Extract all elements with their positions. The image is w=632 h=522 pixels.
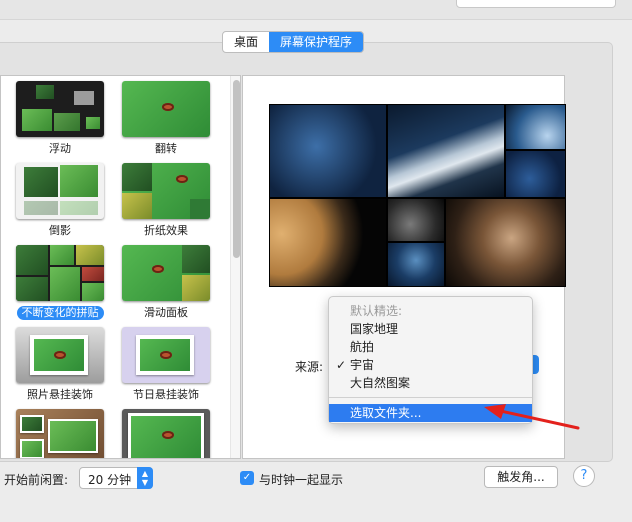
show-clock-label: 与时钟一起显示 [259, 473, 344, 487]
screensaver-item-sliding-panels[interactable]: 滑动面板 [116, 245, 216, 320]
screensaver-item-shifting-tiles[interactable]: 不断变化的拼贴 [10, 245, 110, 320]
screensaver-label: 折纸效果 [144, 224, 188, 237]
screensaver-item-photo-wall[interactable] [10, 409, 110, 458]
list-scrollbar[interactable] [230, 76, 240, 458]
origami-thumbnail [122, 163, 210, 219]
menu-item-label: 航拍 [350, 340, 375, 354]
screensaver-label: 照片悬挂装饰 [27, 388, 93, 401]
show-clock-checkbox[interactable]: ✓ [240, 471, 254, 485]
idle-time-select[interactable]: 20 分钟 ▲ ▼ [79, 467, 153, 489]
source-label: 来源: [295, 360, 324, 374]
menu-item-label: 选取文件夹... [350, 406, 422, 420]
screensaver-list[interactable]: 浮动 翻转 倒影 折纸效果 不断变化的拼贴 滑动面板 照片悬挂装饰 节日悬挂装饰 [0, 75, 241, 459]
floating-thumbnail [16, 81, 104, 137]
help-button[interactable]: ? [573, 465, 595, 487]
menu-item-nature-patterns[interactable]: 大自然图案 [329, 374, 532, 392]
sliding-panels-thumbnail [122, 245, 210, 301]
flip-thumbnail [122, 81, 210, 137]
tab-desktop[interactable]: 桌面 [223, 32, 269, 52]
screensaver-preview [269, 104, 566, 287]
screensaver-label: 翻转 [155, 142, 177, 155]
reflection-thumbnail [16, 163, 104, 219]
screensaver-item-vintage-prints[interactable] [116, 409, 216, 458]
menu-item-label: 国家地理 [350, 322, 399, 336]
menu-header-default-picks: 默认精选: [350, 304, 403, 318]
screensaver-label: 倒影 [49, 224, 71, 237]
shifting-tiles-thumbnail [16, 245, 104, 301]
screensaver-item-flip[interactable]: 翻转 [116, 81, 216, 156]
screensaver-label: 浮动 [49, 142, 71, 155]
photo-mobile-thumbnail [16, 327, 104, 383]
menu-item-cosmos[interactable]: ✓ 宇宙 [329, 356, 532, 374]
screensaver-item-reflection[interactable]: 倒影 [10, 163, 110, 238]
hot-corners-button[interactable]: 触发角... [484, 466, 558, 488]
vintage-prints-thumbnail [122, 409, 210, 458]
menu-item-label: 宇宙 [350, 358, 375, 372]
photo-wall-thumbnail [16, 409, 104, 458]
screensaver-label: 节日悬挂装饰 [133, 388, 199, 401]
list-scrollbar-thumb[interactable] [233, 80, 240, 258]
idle-time-value: 20 分钟 [88, 473, 132, 487]
tab-screensaver[interactable]: 屏幕保护程序 [269, 32, 364, 52]
tab-segmented-control: 桌面 屏幕保护程序 [222, 31, 365, 53]
screensaver-item-floating[interactable]: 浮动 [10, 81, 110, 156]
toolbar-search-field[interactable] [456, 0, 616, 8]
screensaver-item-origami[interactable]: 折纸效果 [116, 163, 216, 238]
menu-item-national-geographic[interactable]: 国家地理 [329, 320, 532, 338]
menu-item-label: 大自然图案 [350, 376, 411, 390]
screensaver-item-holiday-mobile[interactable]: 节日悬挂装饰 [116, 327, 216, 402]
screensaver-item-photo-mobile[interactable]: 照片悬挂装饰 [10, 327, 110, 402]
checkmark-icon: ✓ [336, 358, 347, 372]
screensaver-label: 不断变化的拼贴 [16, 306, 104, 320]
window-top-strip [0, 0, 632, 20]
updown-chevron-icon[interactable]: ▲ ▼ [137, 467, 153, 489]
holiday-mobile-thumbnail [122, 327, 210, 383]
red-arrow-icon [484, 404, 580, 430]
screensaver-label: 滑动面板 [144, 306, 188, 319]
idle-time-label: 开始前闲置: [4, 473, 69, 487]
menu-item-aerial[interactable]: 航拍 [329, 338, 532, 356]
